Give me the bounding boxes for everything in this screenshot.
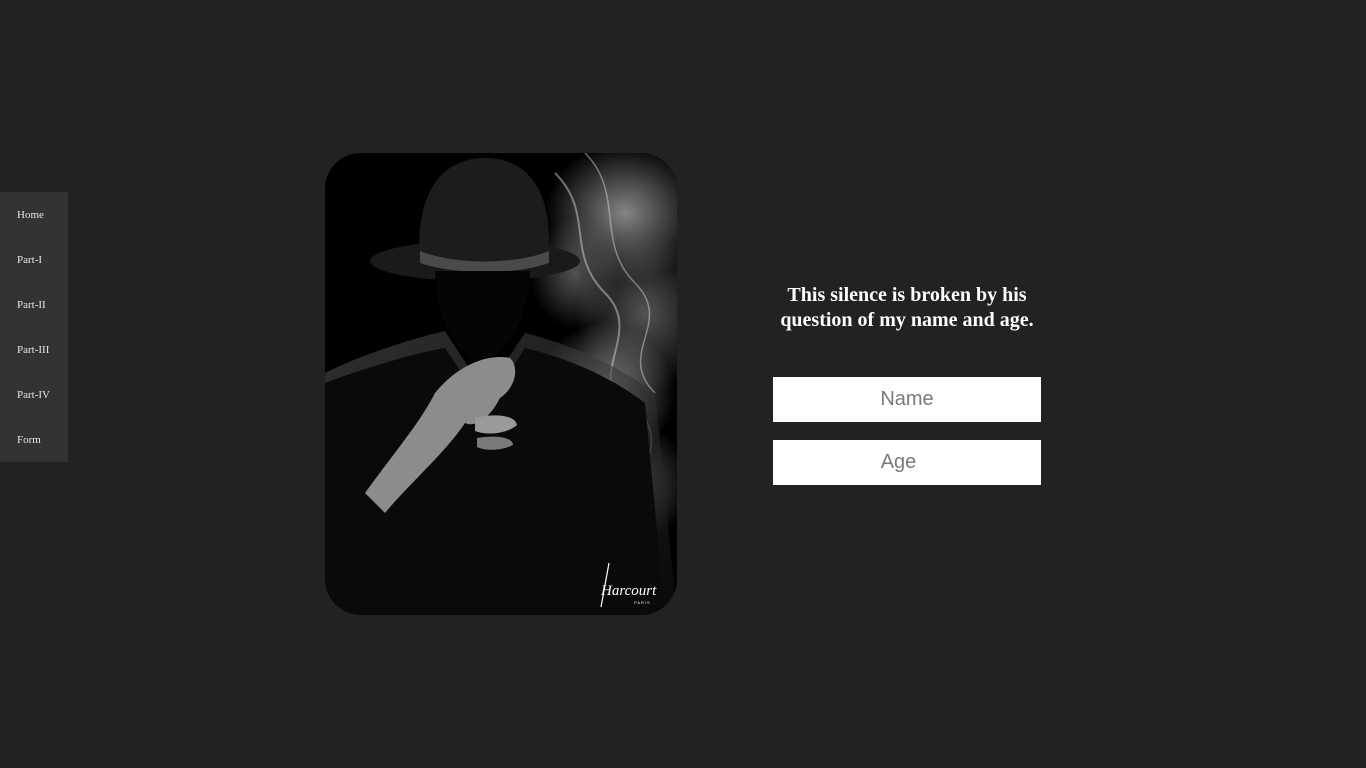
nav-item-part-iii[interactable]: Part-III <box>17 344 49 357</box>
nav-item-part-ii[interactable]: Part-II <box>17 299 46 312</box>
nav-item-form[interactable]: Form <box>17 434 41 447</box>
noir-portrait-image: Harcourt PARIS <box>325 153 677 615</box>
sidebar-nav: Home Part-I Part-II Part-III Part-IV For… <box>0 192 68 462</box>
portrait-illustration: Harcourt PARIS <box>325 153 677 615</box>
svg-text:PARIS: PARIS <box>634 600 651 605</box>
nav-item-home[interactable]: Home <box>17 209 44 222</box>
age-input[interactable] <box>773 440 1041 485</box>
question-heading: This silence is broken by his question o… <box>780 284 1034 331</box>
nav-item-part-i[interactable]: Part-I <box>17 254 42 267</box>
nav-item-part-iv[interactable]: Part-IV <box>17 389 50 402</box>
name-input[interactable] <box>773 377 1041 422</box>
svg-text:Harcourt: Harcourt <box>600 583 657 599</box>
